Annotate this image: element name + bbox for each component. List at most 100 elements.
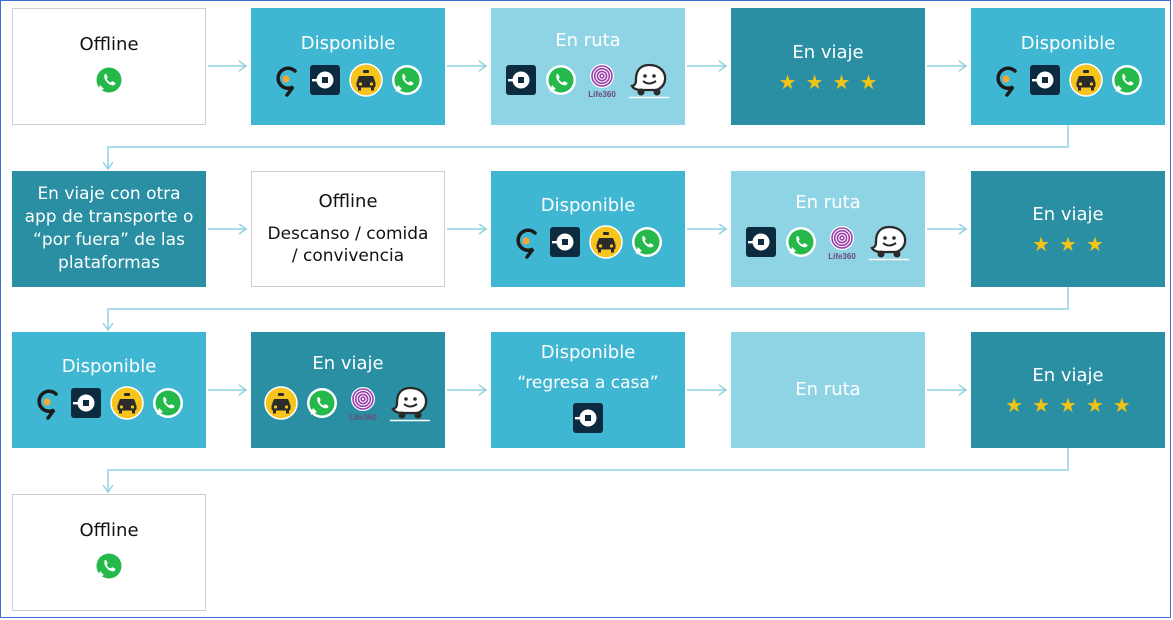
state-title: Disponible [1020,32,1116,54]
star-icon: ★ [1085,393,1104,417]
state-en-ruta-1: En ruta Life360 [491,8,685,125]
star-icon: ★ [1112,393,1131,417]
state-en-ruta-3: En ruta [731,332,925,448]
state-en-viaje-4: En viaje ★ ★ ★ ★ ★ [971,332,1165,448]
state-title: En ruta [795,192,861,213]
star-icon: ★ [1085,232,1104,256]
state-en-ruta-2: En ruta Life360 [731,171,925,287]
app-icons [93,64,125,100]
app-icons: Life360 [505,60,671,104]
rating-stars: ★ ★ ★ ★ [779,72,878,92]
whatsapp-icon [306,387,338,423]
life360-icon: Life360 [585,61,619,103]
svg-text:Life360: Life360 [349,413,377,422]
cabify-icon [273,63,301,101]
star-icon: ★ [1005,393,1024,417]
star-icon: ★ [778,69,797,94]
star-icon: ★ [805,69,824,94]
whatsapp-icon [785,226,817,262]
uber-icon [505,64,537,100]
state-en-viaje-2: En viaje ★ ★ ★ [971,171,1165,287]
cabify-icon [34,386,62,424]
connector-arrow [447,60,488,72]
app-icons [993,62,1143,101]
easy-taxi-icon [1069,62,1103,101]
cabify-icon [513,225,541,263]
state-title: En ruta [795,379,861,400]
state-disponible-regresa: Disponible “regresa a casa” [491,332,685,448]
connector-arrow [208,384,248,396]
state-title: Offline [79,519,139,541]
whatsapp-icon [545,64,577,100]
state-disponible-4: Disponible [12,332,206,448]
rating-stars: ★ ★ ★ [1032,234,1104,254]
state-title: Disponible [300,32,396,54]
star-icon: ★ [859,69,878,94]
state-en-viaje-1: En viaje ★ ★ ★ ★ [731,8,925,125]
whatsapp-icon [1111,64,1143,100]
connector-wrap-arrow [102,287,1069,332]
cabify-icon [993,63,1021,101]
connector-arrow [208,60,248,72]
star-icon: ★ [832,69,851,94]
state-title: Offline [318,191,378,212]
state-title: Disponible [540,342,636,363]
whatsapp-icon [93,550,125,586]
state-offline-final: Offline [12,494,206,611]
connector-arrow [447,384,488,396]
waze-icon [867,222,911,266]
easy-taxi-icon [264,386,298,424]
state-subtitle: / convivencia [291,246,405,266]
state-subtitle: Descanso / comida [267,224,429,244]
easy-taxi-icon [589,225,623,263]
app-icons [513,225,663,263]
state-offline-descanso: Offline Descanso / comida / convivencia [251,171,445,287]
uber-icon [70,387,102,423]
state-title: En ruta [555,29,621,51]
app-icons [93,550,125,586]
connector-arrow [687,223,728,235]
state-line: “por fuera” de las [33,230,185,250]
waze-icon [627,60,671,104]
rating-stars: ★ ★ ★ ★ ★ [1005,395,1131,415]
whatsapp-icon [631,226,663,262]
star-icon: ★ [1032,393,1051,417]
svg-text:Life360: Life360 [828,252,856,261]
state-en-viaje-3: En viaje Life360 [251,332,445,448]
state-title: En viaje [792,41,864,63]
state-subtitle: “regresa a casa” [517,373,659,393]
app-icons: Life360 [745,222,911,266]
app-icons [572,402,604,438]
connector-arrow [687,60,728,72]
state-title: En viaje [312,353,384,374]
connector-arrow [927,60,968,72]
state-title: Disponible [61,356,157,377]
uber-icon [745,226,777,262]
whatsapp-icon [152,387,184,423]
state-offline-1: Offline [12,8,206,125]
waze-icon [388,383,432,427]
connector-arrow [687,384,728,396]
state-line: app de transporte o [24,207,194,227]
svg-text:Life360: Life360 [588,90,616,99]
app-icons [34,386,184,424]
state-disponible-3: Disponible [491,171,685,287]
uber-icon [549,226,581,262]
life360-icon: Life360 [346,384,380,426]
connector-arrow [927,223,968,235]
whatsapp-icon [391,64,423,100]
state-title: Offline [79,33,139,55]
star-icon: ★ [1032,232,1051,256]
star-icon: ★ [1059,393,1077,417]
uber-icon [572,402,604,438]
connector-wrap-arrow [102,125,1069,171]
connector-wrap-arrow [102,448,1069,494]
star-icon: ★ [1059,232,1077,256]
connector-arrow [447,223,488,235]
state-title: En viaje [1032,365,1104,386]
state-disponible-2: Disponible [971,8,1165,125]
state-line: plataformas [58,253,160,273]
app-icons: Life360 [264,383,432,427]
state-disponible-1: Disponible [251,8,445,125]
connector-arrow [208,223,248,235]
